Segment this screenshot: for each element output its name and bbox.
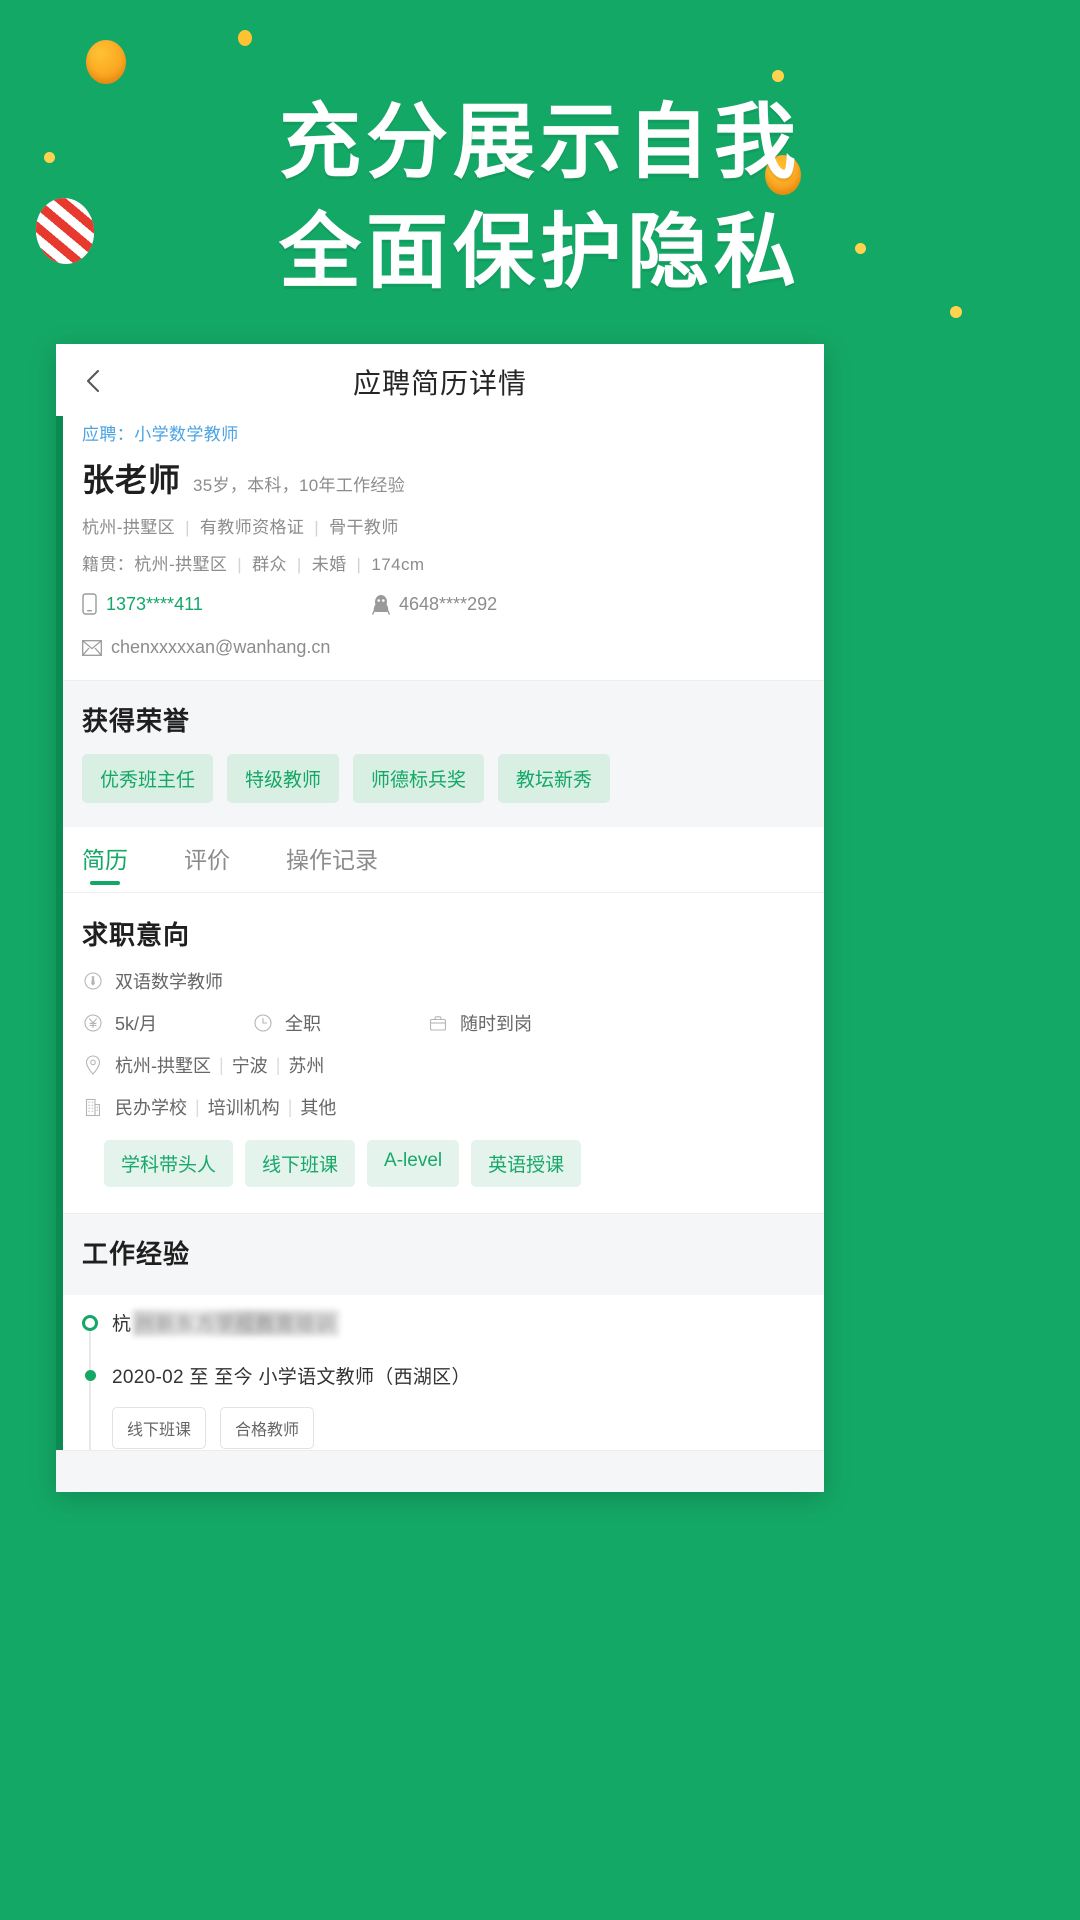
intention-orgtype: 培训机构 [207, 1098, 280, 1118]
intention-orgtype: 民办学校 [115, 1098, 187, 1118]
page-title: 应聘简历详情 [352, 368, 527, 399]
yuan-icon [82, 1014, 104, 1032]
promo-headline-line-2: 全面保护隐私 [278, 204, 801, 300]
email-contact[interactable]: chenxxxxxan@wanhang.cn [82, 637, 330, 658]
marital-status: 未婚 [311, 555, 347, 574]
screen-bottom-bar [56, 1450, 824, 1492]
briefcase-icon [427, 1015, 449, 1032]
phone-number: 1373****411 [106, 593, 203, 614]
company-name-masked: 州新东方学校教育培训 [133, 1309, 340, 1336]
tab-resume[interactable]: 简历 [82, 827, 128, 893]
meta-city: 杭州-拱墅区 [82, 518, 176, 537]
tie-icon [82, 972, 104, 990]
meta-rank: 骨干教师 [329, 518, 399, 537]
intention-location: 杭州-拱墅区 [115, 1056, 211, 1076]
intention-orgtype: 其他 [300, 1098, 337, 1118]
honor-tag[interactable]: 师德标兵奖 [353, 754, 485, 803]
height-value: 174cm [371, 555, 425, 574]
promo-headline-line-1: 充分展示自我 [278, 95, 801, 190]
profile-block: 应聘：小学数学教师 张老师 35岁，本科，10年工作经验 杭州-拱墅区 | 有教师资… [56, 416, 824, 680]
confetti-dot-icon [238, 30, 252, 46]
apply-position: 小学数学教师 [134, 425, 239, 444]
phone-screen: 应聘简历详情 应聘：小学数学教师 张老师 35岁，本科，10年工作经验 杭州-拱… [56, 344, 824, 1492]
role-tag-list: 线下班课 合格教师 [112, 1407, 798, 1449]
intention-location: 苏州 [288, 1056, 325, 1076]
meta-line-personal: 籍贯：杭州-拱墅区 | 群众 | 未婚 | 174cm [82, 555, 425, 574]
promo-headline: 充分展示自我 全面保护隐私 [0, 88, 1080, 308]
skill-tag[interactable]: A-level [367, 1140, 460, 1187]
candidate-name: 张老师 [82, 462, 182, 498]
hometown-value: 杭州-拱墅区 [134, 555, 228, 574]
honors-section: 获得荣誉 优秀班主任 特级教师 师德标兵奖 教坛新秀 [56, 680, 824, 827]
phone-contact[interactable]: 1373****411 [82, 593, 372, 615]
company-name-visible: 杭 [112, 1314, 132, 1335]
honor-tag[interactable]: 教坛新秀 [498, 754, 611, 803]
intention-orgtype-row: 民办学校 | 培训机构 | 其他 [82, 1094, 798, 1120]
intention-salary: 5k/月 [115, 1014, 158, 1034]
skill-tag-list: 学科带头人 线下班课 A-level 英语授课 [104, 1140, 798, 1187]
intention-locations-row: 杭州-拱墅区 | 宁波 | 苏州 [82, 1052, 798, 1078]
tab-activity-log[interactable]: 操作记录 [286, 827, 378, 893]
timeline-dot-icon [82, 1315, 98, 1331]
role-period: 2020-02 至 至今 小学语文教师（西湖区） [112, 1367, 471, 1388]
intention-salary-cell: 5k/月 [82, 1010, 252, 1036]
contact-row-email: chenxxxxxan@wanhang.cn [82, 633, 798, 658]
meta-certificate: 有教师资格证 [199, 518, 305, 537]
intention-worktype-cell: 全职 [252, 1010, 427, 1036]
location-pin-icon [82, 1055, 104, 1075]
honor-tag[interactable]: 优秀班主任 [82, 754, 214, 803]
apply-label: 应聘： [82, 425, 135, 444]
intention-worktype: 全职 [285, 1014, 321, 1034]
screen-left-edge [56, 344, 63, 1492]
app-navbar: 应聘简历详情 [56, 344, 824, 416]
name-row: 张老师 35岁，本科，10年工作经验 [82, 455, 798, 501]
hometown-label: 籍贯： [82, 555, 135, 574]
job-intention-title: 求职意向 [82, 920, 191, 950]
intention-location: 宁波 [231, 1056, 268, 1076]
timeline-dot-icon [85, 1370, 96, 1381]
timeline-company-item: 杭 州新东方学校教育培训 [82, 1309, 798, 1336]
honor-tag[interactable]: 特级教师 [227, 754, 340, 803]
honors-tag-list: 优秀班主任 特级教师 师德标兵奖 教坛新秀 [82, 754, 798, 803]
intention-position-row: 双语数学教师 [82, 968, 798, 994]
tab-reviews[interactable]: 评价 [184, 827, 230, 893]
qq-penguin-icon [372, 593, 390, 615]
envelope-icon [82, 639, 102, 656]
qq-contact[interactable]: 4648****292 [372, 593, 497, 615]
candidate-basic-meta: 35岁，本科，10年工作经验 [193, 476, 406, 495]
skill-tag[interactable]: 学科带头人 [104, 1140, 234, 1187]
clock-icon [252, 1014, 274, 1032]
intention-position: 双语数学教师 [115, 972, 223, 992]
political-status: 群众 [252, 555, 287, 574]
intention-availability: 随时到岗 [460, 1014, 532, 1034]
company-name-row: 杭 州新东方学校教育培训 [112, 1309, 798, 1336]
contact-row-primary: 1373****411 4648****292 [82, 593, 798, 615]
honors-title: 获得荣誉 [82, 706, 191, 736]
intention-terms-row: 5k/月 全职 随时到岗 [82, 1010, 798, 1036]
confetti-dot-icon [772, 70, 784, 82]
meta-line-credentials: 杭州-拱墅区 | 有教师资格证 | 骨干教师 [82, 518, 399, 537]
skill-tag[interactable]: 线下班课 [245, 1140, 356, 1187]
skill-tag[interactable]: 英语授课 [471, 1140, 582, 1187]
work-experience-header: 工作经验 [56, 1213, 824, 1295]
work-experience-title: 工作经验 [82, 1239, 191, 1269]
role-tag[interactable]: 合格教师 [220, 1407, 315, 1449]
detail-tabs: 简历 评价 操作记录 [56, 827, 824, 893]
role-tag[interactable]: 线下班课 [112, 1407, 207, 1449]
qq-number: 4648****292 [399, 593, 498, 614]
mobile-phone-icon [82, 593, 97, 615]
intention-availability-cell: 随时到岗 [427, 1010, 532, 1036]
confetti-dot-icon [86, 40, 126, 84]
email-address: chenxxxxxan@wanhang.cn [111, 637, 331, 657]
confetti-dot-icon [950, 306, 962, 318]
job-intention-section: 求职意向 双语数学教师 5k/月 全职 随时到岗 杭州-拱墅区 | 宁波 | 苏… [56, 893, 824, 1213]
building-icon [82, 1098, 104, 1117]
apply-position-line: 应聘：小学数学教师 [82, 420, 798, 445]
